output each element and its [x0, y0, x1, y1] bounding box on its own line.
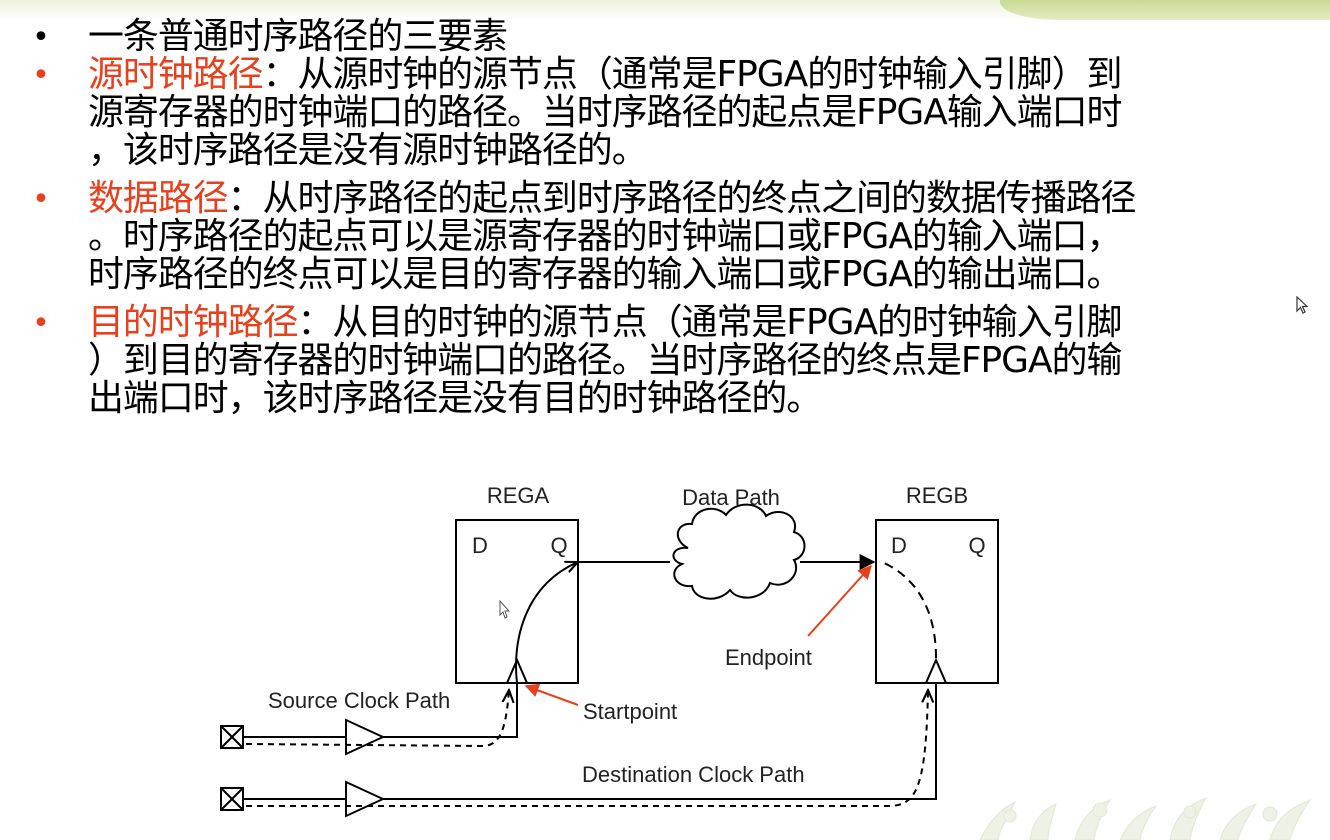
rega-d-pin: D	[472, 533, 488, 558]
timing-path-diagram: REGA D Q REGB D Q Data Path Source Clock…	[220, 483, 999, 818]
regb-clock-pin	[925, 657, 947, 684]
rega-clk-to-q-arc	[515, 562, 578, 684]
rega-q-pin: Q	[550, 533, 567, 558]
decor-plants	[979, 797, 1312, 840]
startpoint-arrow	[524, 683, 579, 706]
clock-pad-dest-icon	[220, 787, 244, 811]
regb-d-pin: D	[891, 533, 907, 558]
pointer-cursor-icon	[499, 599, 511, 619]
dest-clock-path-label: Destination Clock Path	[582, 762, 805, 787]
source-clock-buffer-icon	[345, 718, 386, 756]
data-path-label: Data Path	[682, 485, 780, 510]
dest-clock-buffer-icon	[345, 780, 386, 818]
regb-dashed-arc	[881, 561, 937, 659]
rega-label: REGA	[487, 483, 550, 508]
clock-pad-source-icon	[220, 725, 244, 749]
endpoint-label: Endpoint	[725, 645, 812, 670]
regb-label: REGB	[906, 483, 968, 508]
endpoint-arrow	[807, 564, 872, 637]
data-path-cloud	[672, 503, 806, 600]
startpoint-label: Startpoint	[583, 699, 677, 724]
source-clock-path-label: Source Clock Path	[268, 688, 450, 713]
regb-q-pin: Q	[968, 533, 985, 558]
